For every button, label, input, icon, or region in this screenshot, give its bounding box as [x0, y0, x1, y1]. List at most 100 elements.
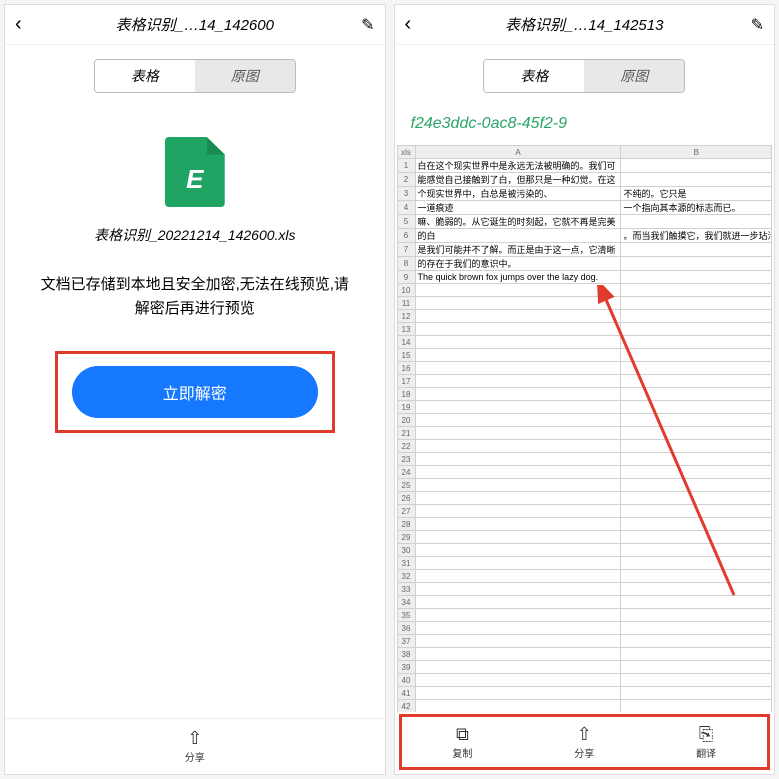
- cell[interactable]: [621, 284, 772, 297]
- row-header[interactable]: 27: [397, 505, 415, 518]
- row-header[interactable]: 42: [397, 700, 415, 713]
- tab-table[interactable]: 表格: [484, 60, 584, 92]
- cell[interactable]: [415, 466, 621, 479]
- cell[interactable]: [415, 336, 621, 349]
- cell[interactable]: [621, 492, 772, 505]
- row-header[interactable]: 25: [397, 479, 415, 492]
- cell[interactable]: [415, 557, 621, 570]
- cell[interactable]: [621, 674, 772, 687]
- tab-original[interactable]: 原图: [195, 60, 295, 92]
- row-header[interactable]: 12: [397, 310, 415, 323]
- row-header[interactable]: 2: [397, 173, 415, 187]
- cell[interactable]: [621, 173, 772, 187]
- cell[interactable]: [415, 687, 621, 700]
- row-header[interactable]: 3: [397, 187, 415, 201]
- spreadsheet[interactable]: xlsAB1白在这个现实世界中是永远无法被明确的。我们可2能感觉自己接触到了白，…: [395, 145, 775, 712]
- cell[interactable]: [621, 297, 772, 310]
- row-header[interactable]: 6: [397, 229, 415, 243]
- cell[interactable]: [621, 362, 772, 375]
- cell[interactable]: 一个指向其本源的标志而已。: [621, 201, 772, 215]
- row-header[interactable]: 28: [397, 518, 415, 531]
- column-header[interactable]: B: [621, 146, 772, 159]
- cell[interactable]: [415, 349, 621, 362]
- cell[interactable]: [621, 427, 772, 440]
- cell[interactable]: [621, 215, 772, 229]
- cell[interactable]: 不纯的。它只是: [621, 187, 772, 201]
- cell[interactable]: [621, 661, 772, 674]
- cell[interactable]: [621, 635, 772, 648]
- row-header[interactable]: 15: [397, 349, 415, 362]
- cell[interactable]: [415, 453, 621, 466]
- cell[interactable]: [621, 349, 772, 362]
- row-header[interactable]: 4: [397, 201, 415, 215]
- cell[interactable]: 。而当我们触摸它，我们就进一步玷污它。: [621, 229, 772, 243]
- translate-button[interactable]: ⎘ 翻译: [696, 725, 716, 760]
- cell[interactable]: [415, 414, 621, 427]
- cell[interactable]: [415, 427, 621, 440]
- cell[interactable]: [621, 453, 772, 466]
- cell[interactable]: [415, 492, 621, 505]
- row-header[interactable]: 10: [397, 284, 415, 297]
- row-header[interactable]: 33: [397, 583, 415, 596]
- row-header[interactable]: 41: [397, 687, 415, 700]
- cell[interactable]: [415, 583, 621, 596]
- edit-icon[interactable]: ✎: [351, 15, 375, 35]
- cell[interactable]: [415, 661, 621, 674]
- share-button[interactable]: ⇧ 分享: [574, 725, 594, 760]
- cell[interactable]: [415, 609, 621, 622]
- cell[interactable]: [621, 622, 772, 635]
- cell[interactable]: [621, 700, 772, 713]
- cell[interactable]: [621, 375, 772, 388]
- cell[interactable]: [621, 466, 772, 479]
- copy-button[interactable]: ⧉ 复制: [452, 725, 472, 760]
- row-header[interactable]: 8: [397, 257, 415, 271]
- tab-original[interactable]: 原图: [584, 60, 684, 92]
- row-header[interactable]: 21: [397, 427, 415, 440]
- row-header[interactable]: 32: [397, 570, 415, 583]
- cell[interactable]: [621, 518, 772, 531]
- cell[interactable]: [621, 440, 772, 453]
- cell[interactable]: [415, 323, 621, 336]
- cell[interactable]: 能感觉自己接触到了白，但那只是一种幻觉。在这: [415, 173, 621, 187]
- row-header[interactable]: 26: [397, 492, 415, 505]
- cell[interactable]: [415, 297, 621, 310]
- cell[interactable]: 是我们可能并不了解。而正是由于这一点，它清晰: [415, 243, 621, 257]
- cell[interactable]: [415, 518, 621, 531]
- cell[interactable]: [415, 401, 621, 414]
- back-icon[interactable]: ‹: [405, 13, 429, 36]
- row-header[interactable]: 29: [397, 531, 415, 544]
- back-icon[interactable]: ‹: [15, 13, 39, 36]
- cell[interactable]: 的存在于我们的意识中。: [415, 257, 621, 271]
- cell[interactable]: [621, 159, 772, 173]
- row-header[interactable]: 31: [397, 557, 415, 570]
- row-header[interactable]: 34: [397, 596, 415, 609]
- cell[interactable]: [415, 648, 621, 661]
- cell[interactable]: [621, 479, 772, 492]
- row-header[interactable]: 36: [397, 622, 415, 635]
- cell[interactable]: 嘛、脆弱的。从它诞生的时刻起，它就不再是完美: [415, 215, 621, 229]
- cell[interactable]: The quick brown fox jumps over the lazy …: [415, 271, 621, 284]
- cell[interactable]: [415, 635, 621, 648]
- row-header[interactable]: 9: [397, 271, 415, 284]
- cell[interactable]: [415, 505, 621, 518]
- cell[interactable]: [621, 596, 772, 609]
- cell[interactable]: [415, 388, 621, 401]
- row-header[interactable]: 18: [397, 388, 415, 401]
- row-header[interactable]: 11: [397, 297, 415, 310]
- row-header[interactable]: 16: [397, 362, 415, 375]
- cell[interactable]: [415, 622, 621, 635]
- cell[interactable]: [415, 531, 621, 544]
- row-header[interactable]: 35: [397, 609, 415, 622]
- cell[interactable]: [621, 336, 772, 349]
- row-header[interactable]: 40: [397, 674, 415, 687]
- cell[interactable]: [621, 557, 772, 570]
- row-header[interactable]: 23: [397, 453, 415, 466]
- cell[interactable]: [415, 362, 621, 375]
- row-header[interactable]: 17: [397, 375, 415, 388]
- cell[interactable]: 的白: [415, 229, 621, 243]
- cell[interactable]: [415, 596, 621, 609]
- cell[interactable]: [621, 257, 772, 271]
- cell[interactable]: [621, 243, 772, 257]
- row-header[interactable]: 20: [397, 414, 415, 427]
- cell[interactable]: [415, 674, 621, 687]
